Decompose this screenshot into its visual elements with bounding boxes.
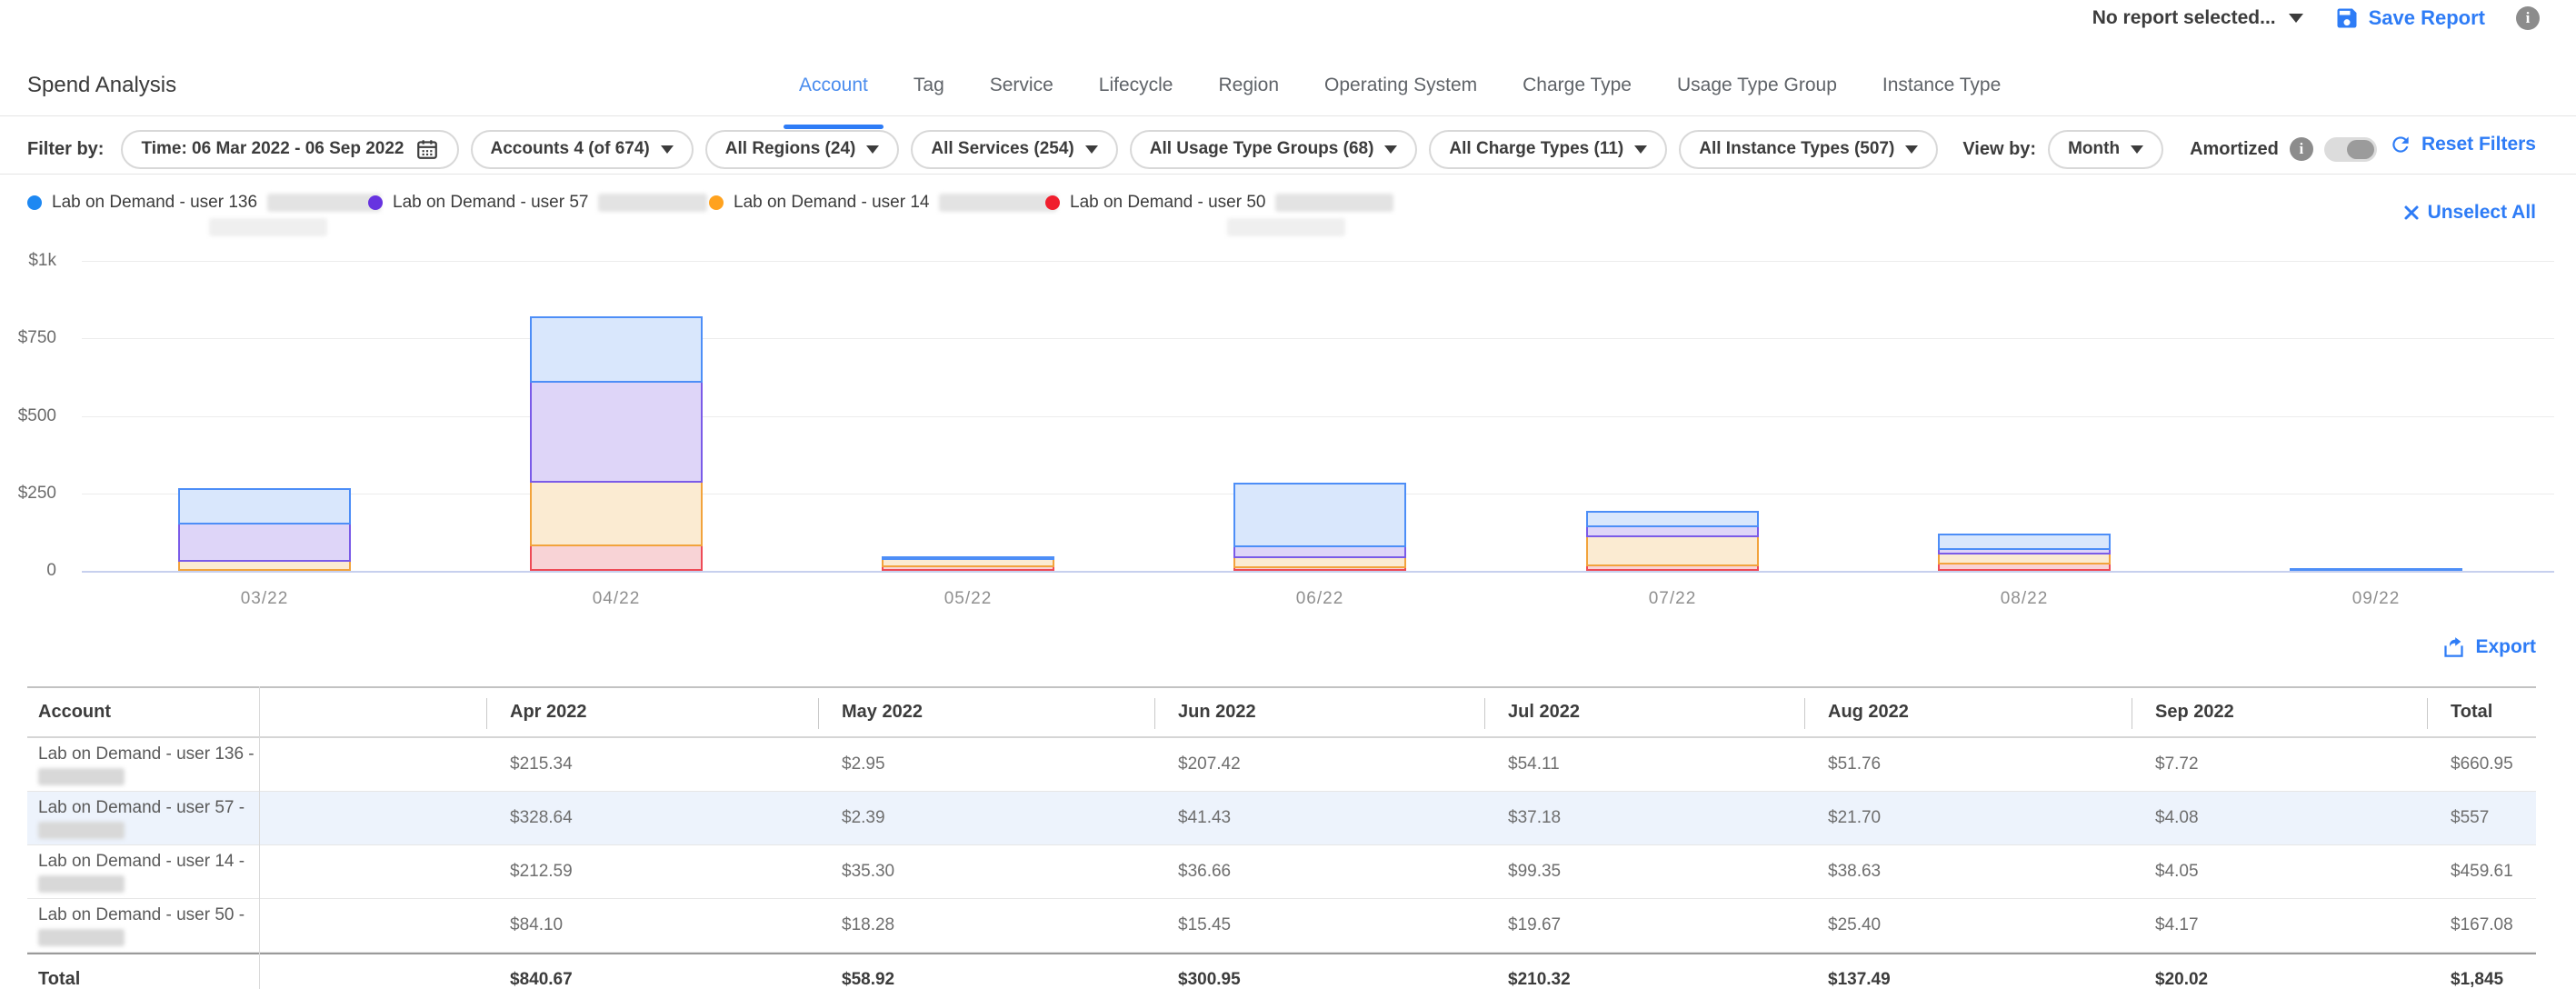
column-header-apr-2022: Apr 2022	[486, 688, 818, 736]
column-header-total: Total	[2427, 688, 2536, 736]
export-label: Export	[2475, 636, 2536, 658]
bar-segment-orange-07-22[interactable]	[1586, 535, 1759, 566]
export-icon	[2441, 634, 2466, 659]
total-value-cell: $137.49	[1804, 970, 2132, 989]
table-row: Lab on Demand - user 57 - $328.64$2.39$41…	[27, 792, 2536, 845]
table-total-row: Total$840.67$58.92$300.95$210.32$137.49$…	[27, 953, 2536, 989]
value-cell: $35.30	[818, 862, 1154, 882]
redacted-text	[38, 929, 125, 946]
value-cell: $36.66	[1154, 862, 1484, 882]
gridline	[82, 261, 2554, 262]
x-axis-tick: 05/22	[944, 589, 993, 609]
gridline	[82, 338, 2554, 339]
bar-segment-purple-04-22[interactable]	[530, 381, 703, 483]
total-value-cell: $210.32	[1484, 970, 1804, 989]
value-cell: $2.95	[818, 754, 1154, 774]
total-value-cell: $20.02	[2132, 970, 2427, 989]
x-axis-tick: 07/22	[1649, 589, 1697, 609]
value-cell: $41.43	[1154, 808, 1484, 828]
total-value-cell: $58.92	[818, 970, 1154, 989]
x-axis-tick: 04/22	[593, 589, 641, 609]
value-cell: $4.17	[2132, 915, 2427, 935]
value-cell: $37.18	[1484, 808, 1804, 828]
redacted-text	[38, 875, 125, 893]
total-value-cell: $1,845	[2427, 970, 2536, 989]
bar-segment-blue-04-22[interactable]	[530, 316, 703, 383]
bar-segment-blue-05-22[interactable]	[882, 556, 1054, 560]
total-label: Total	[27, 969, 259, 989]
value-cell: $2.39	[818, 808, 1154, 828]
export-button[interactable]: Export	[2441, 634, 2536, 659]
value-cell: $660.95	[2427, 754, 2536, 774]
value-cell: $38.63	[1804, 862, 2132, 882]
bar-segment-blue-07-22[interactable]	[1586, 511, 1759, 527]
table-row: Lab on Demand - user 136 - $215.34$2.95$2…	[27, 738, 2536, 792]
value-cell: $212.59	[486, 862, 818, 882]
account-cell: Lab on Demand - user 136 -	[27, 744, 259, 785]
column-header-jun-2022: Jun 2022	[1154, 688, 1484, 736]
value-cell: $557	[2427, 808, 2536, 828]
redacted-text	[38, 768, 125, 785]
value-cell: $54.11	[1484, 754, 1804, 774]
account-cell: Lab on Demand - user 57 -	[27, 797, 259, 839]
value-cell: $4.05	[2132, 862, 2427, 882]
value-cell: $99.35	[1484, 862, 1804, 882]
account-cell: Lab on Demand - user 14 -	[27, 851, 259, 893]
bar-segment-purple-03-22[interactable]	[178, 523, 351, 562]
spend-table: Account Apr 2022May 2022Jun 2022Jul 2022A…	[27, 686, 2536, 989]
y-axis-tick: $250	[0, 484, 56, 504]
account-column-divider	[259, 686, 260, 989]
total-value-cell: $840.67	[486, 970, 818, 989]
value-cell: $7.72	[2132, 754, 2427, 774]
y-axis-tick: 0	[0, 561, 56, 581]
x-axis-tick: 06/22	[1296, 589, 1344, 609]
value-cell: $21.70	[1804, 808, 2132, 828]
x-axis-tick: 08/22	[2001, 589, 2049, 609]
table-header-row: Account Apr 2022May 2022Jun 2022Jul 2022A…	[27, 686, 2536, 738]
bar-segment-blue-06-22[interactable]	[1233, 483, 1406, 547]
value-cell: $25.40	[1804, 915, 2132, 935]
table-row: Lab on Demand - user 14 -$212.59$35.30$3…	[27, 845, 2536, 899]
value-cell: $15.45	[1154, 915, 1484, 935]
x-axis-tick: 09/22	[2352, 589, 2401, 609]
x-axis-line	[82, 571, 2554, 573]
value-cell: $328.64	[486, 808, 818, 828]
spend-bar-chart: $1k $750 $500 $250 0 03/22 04/22 05/22 06/22 07/2…	[0, 0, 2576, 636]
y-axis-tick: $750	[0, 328, 56, 348]
column-header-account: Account	[27, 688, 259, 736]
value-cell: $19.67	[1484, 915, 1804, 935]
account-cell: Lab on Demand - user 50 -	[27, 904, 259, 946]
bar-segment-red-04-22[interactable]	[530, 544, 703, 571]
value-cell: $4.08	[2132, 808, 2427, 828]
column-header-jul-2022: Jul 2022	[1484, 688, 1804, 736]
table-row: Lab on Demand - user 50 - $84.10$18.28$15…	[27, 899, 2536, 953]
column-header-may-2022: May 2022	[818, 688, 1154, 736]
value-cell: $215.34	[486, 754, 818, 774]
value-cell: $459.61	[2427, 862, 2536, 882]
y-axis-tick: $1k	[0, 251, 56, 271]
bar-segment-blue-08-22[interactable]	[1938, 534, 2111, 550]
spend-analysis-page: No report selected... Save Report i Spen…	[0, 0, 2576, 989]
gridline	[82, 416, 2554, 417]
value-cell: $18.28	[818, 915, 1154, 935]
column-header-sep-2022: Sep 2022	[2132, 688, 2427, 736]
redacted-text	[38, 822, 125, 839]
value-cell: $167.08	[2427, 915, 2536, 935]
bar-segment-blue-03-22[interactable]	[178, 488, 351, 524]
bar-segment-orange-04-22[interactable]	[530, 481, 703, 546]
value-cell: $51.76	[1804, 754, 2132, 774]
value-cell: $207.42	[1154, 754, 1484, 774]
bar-segment-purple-06-22[interactable]	[1233, 545, 1406, 558]
x-axis-tick: 03/22	[241, 589, 289, 609]
y-axis-tick: $500	[0, 406, 56, 426]
column-header-aug-2022: Aug 2022	[1804, 688, 2132, 736]
value-cell: $84.10	[486, 915, 818, 935]
total-value-cell: $300.95	[1154, 970, 1484, 989]
